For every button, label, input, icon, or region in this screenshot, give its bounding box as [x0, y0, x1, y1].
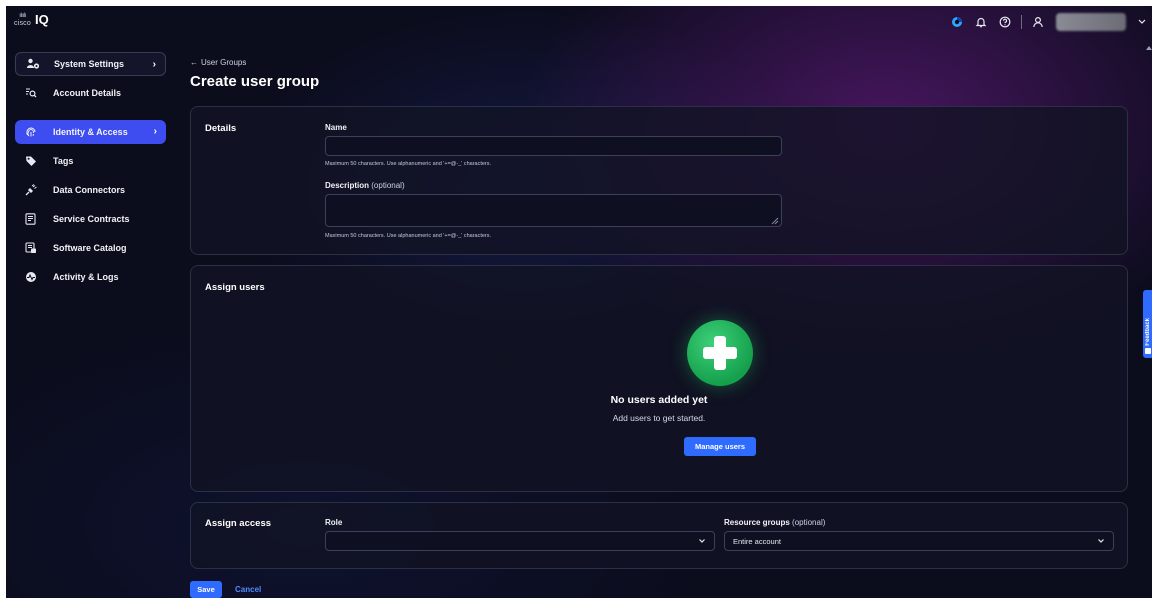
role-label: Role [325, 518, 343, 527]
catalog-icon [25, 242, 41, 254]
account-search-icon [25, 87, 41, 99]
assign-access-card: Assign access Role Resource groups (opti… [190, 502, 1128, 569]
manage-users-button[interactable]: Manage users [684, 437, 756, 456]
bell-icon[interactable] [971, 12, 991, 32]
role-select[interactable] [325, 531, 715, 551]
divider [1021, 15, 1022, 29]
details-card: Details Name Maximum 50 characters. Use … [190, 106, 1128, 255]
fingerprint-icon [25, 126, 41, 138]
sidebar-item-label: System Settings [54, 59, 125, 69]
assign-users-card: Assign users No users added yet Add user… [190, 265, 1128, 492]
sidebar-item-activity-logs[interactable]: Activity & Logs [15, 265, 166, 289]
breadcrumb: User Groups [201, 58, 247, 67]
resize-handle-icon[interactable] [771, 217, 779, 225]
optional-tag: (optional) [371, 181, 405, 190]
name-hint: Maximum 50 characters. Use alphanumeric … [325, 161, 492, 167]
feedback-tab[interactable]: Feedback [1143, 290, 1152, 358]
plug-icon [25, 184, 41, 196]
top-bar: ılıılı cisco IQ [6, 6, 1152, 38]
feedback-icon [1145, 348, 1151, 354]
feedback-label: Feedback [1145, 318, 1151, 346]
page-title: Create user group [190, 73, 320, 90]
resource-groups-select[interactable]: Entire account [724, 531, 1114, 551]
name-input[interactable] [325, 136, 782, 156]
description-hint: Maximum 50 characters. Use alphanumeric … [325, 233, 492, 239]
sidebar-item-service-contracts[interactable]: Service Contracts [15, 207, 166, 231]
app-window: ılıılı cisco IQ System Settings › Accoun… [6, 6, 1152, 598]
help-icon[interactable] [995, 12, 1015, 32]
webex-icon[interactable] [947, 12, 967, 32]
name-label: Name [325, 123, 347, 132]
resource-groups-label: Resource groups (optional) [724, 518, 826, 527]
back-link[interactable]: ← User Groups [190, 58, 246, 67]
sidebar-item-label: Tags [53, 156, 74, 166]
sidebar-item-system-settings[interactable]: System Settings › [15, 52, 166, 76]
sidebar-item-account-details[interactable]: Account Details [15, 81, 166, 105]
save-button[interactable]: Save [190, 581, 222, 598]
sidebar-item-identity-access[interactable]: Identity & Access › [15, 120, 166, 144]
user-name-redacted[interactable] [1056, 13, 1126, 31]
empty-state-title: No users added yet [610, 394, 708, 406]
arrow-left-icon: ← [190, 58, 198, 67]
resource-groups-value: Entire account [733, 536, 781, 546]
assign-users-title: Assign users [205, 282, 265, 293]
cancel-button[interactable]: Cancel [235, 585, 261, 594]
activity-icon [25, 271, 41, 283]
tag-icon [25, 155, 41, 167]
optional-tag: (optional) [792, 518, 826, 527]
add-users-plus-icon[interactable] [687, 320, 753, 386]
chevron-down-icon[interactable] [1132, 12, 1152, 32]
chevron-down-icon [1098, 539, 1104, 543]
app-name: IQ [34, 12, 49, 27]
scroll-up-icon[interactable] [1146, 46, 1152, 50]
sidebar-item-data-connectors[interactable]: Data Connectors [15, 178, 166, 202]
sidebar-item-label: Account Details [53, 88, 122, 98]
users-gear-icon [26, 58, 42, 70]
description-textarea[interactable] [325, 194, 782, 227]
cisco-logo: ılıılı cisco [14, 13, 31, 27]
chevron-right-icon: › [153, 126, 157, 137]
sidebar-item-software-catalog[interactable]: Software Catalog [15, 236, 166, 260]
chevron-down-icon [699, 539, 705, 543]
contract-icon [25, 213, 41, 225]
sidebar-item-label: Identity & Access [53, 127, 128, 137]
sidebar-item-label: Data Connectors [53, 185, 126, 195]
cisco-iq-logo[interactable]: ılıılı cisco IQ [14, 12, 49, 28]
sidebar-item-label: Service Contracts [53, 214, 130, 224]
details-title: Details [205, 123, 237, 134]
sidebar-item-label: Activity & Logs [53, 272, 119, 282]
sidebar-item-label: Software Catalog [53, 243, 127, 253]
description-label: Description (optional) [325, 181, 405, 190]
sidebar-item-tags[interactable]: Tags [15, 149, 166, 173]
top-right-controls [947, 12, 1152, 32]
user-icon[interactable] [1028, 12, 1048, 32]
assign-access-title: Assign access [205, 518, 272, 529]
empty-state-subtitle: Add users to get started. [612, 413, 706, 423]
chevron-right-icon: › [152, 59, 156, 70]
